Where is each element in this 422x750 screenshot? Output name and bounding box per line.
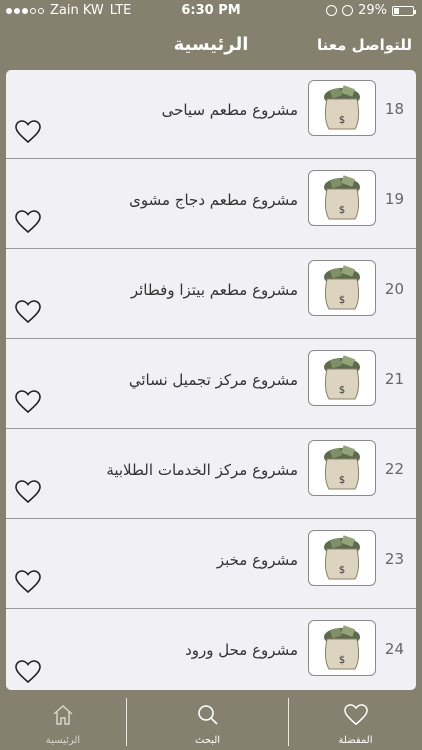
favorite-heart-icon[interactable] <box>15 300 41 324</box>
tab-home-label: الرئيسية <box>45 735 81 746</box>
battery-icon <box>392 5 416 16</box>
home-icon <box>53 704 73 725</box>
svg-text:$: $ <box>339 385 345 396</box>
status-bar: Zain KW LTE 6:30 PM 29% <box>0 0 422 22</box>
contact-us-button[interactable]: للتواصل معنا <box>317 36 412 54</box>
tab-search[interactable]: البحث <box>127 695 288 750</box>
list-item[interactable]: 20 $ مشروع مطعم بيتزا وفطائر <box>6 250 416 339</box>
favorite-heart-icon[interactable] <box>15 210 41 234</box>
svg-text:$: $ <box>339 115 345 126</box>
item-title: مشروع مركز تجميل نسائي <box>128 371 298 389</box>
list-item[interactable]: 19 $ مشروع مطعم دجاج مشوى <box>6 160 416 249</box>
projects-list[interactable]: 18 $ مشروع مطعم سياحى 19 $ مشروع مطعم دج… <box>6 70 416 690</box>
item-title: مشروع مطعم سياحى <box>161 101 298 119</box>
item-title: مشروع مخبز <box>216 551 298 569</box>
favorite-heart-icon[interactable] <box>15 120 41 144</box>
item-number: 21 <box>384 370 404 388</box>
favorite-heart-icon[interactable] <box>15 570 41 594</box>
money-bag-icon: $ <box>308 620 376 676</box>
list-item[interactable]: 21 $ مشروع مركز تجميل نسائي <box>6 340 416 429</box>
tab-bar: الرئيسية البحث المفضلة <box>0 695 422 750</box>
list-item[interactable]: 23 $ مشروع مخبز <box>6 520 416 609</box>
item-number: 18 <box>384 100 404 118</box>
money-bag-icon: $ <box>308 80 376 136</box>
favorite-heart-icon[interactable] <box>15 660 41 684</box>
tab-search-label: البحث <box>194 735 221 746</box>
svg-text:$: $ <box>339 655 345 666</box>
tab-home[interactable]: الرئيسية <box>0 695 126 750</box>
money-bag-icon: $ <box>308 170 376 226</box>
item-number: 23 <box>384 550 404 568</box>
item-number: 20 <box>384 280 404 298</box>
list-item[interactable]: 24 $ مشروع محل ورود <box>6 610 416 690</box>
svg-text:$: $ <box>339 205 345 216</box>
item-title: مشروع مركز الخدمات الطلابية <box>106 461 298 479</box>
item-title: مشروع مطعم بيتزا وفطائر <box>130 281 298 299</box>
status-right: 29% <box>326 3 416 18</box>
item-title: مشروع محل ورود <box>185 641 298 659</box>
money-bag-icon: $ <box>308 530 376 586</box>
svg-text:$: $ <box>339 295 345 306</box>
heart-icon <box>343 704 368 726</box>
money-bag-icon: $ <box>308 260 376 316</box>
svg-text:$: $ <box>339 475 345 486</box>
list-item[interactable]: 18 $ مشروع مطعم سياحى <box>6 70 416 159</box>
list-item[interactable]: 22 $ مشروع مركز الخدمات الطلابية <box>6 430 416 519</box>
battery-percent: 29% <box>358 3 387 18</box>
item-number: 22 <box>384 460 404 478</box>
item-number: 24 <box>384 640 404 658</box>
favorite-heart-icon[interactable] <box>15 480 41 504</box>
tab-favorites[interactable]: المفضلة <box>289 695 422 750</box>
search-icon <box>197 705 218 725</box>
item-number: 19 <box>384 190 404 208</box>
svg-text:$: $ <box>339 565 345 576</box>
favorite-heart-icon[interactable] <box>15 390 41 414</box>
alarm-icon <box>342 5 354 16</box>
navigation-bar: الرئيسية للتواصل معنا <box>0 22 422 68</box>
rotation-lock-icon <box>326 5 338 16</box>
item-title: مشروع مطعم دجاج مشوى <box>129 191 298 209</box>
tab-favorites-label: المفضلة <box>338 735 373 746</box>
money-bag-icon: $ <box>308 350 376 406</box>
money-bag-icon: $ <box>308 440 376 496</box>
